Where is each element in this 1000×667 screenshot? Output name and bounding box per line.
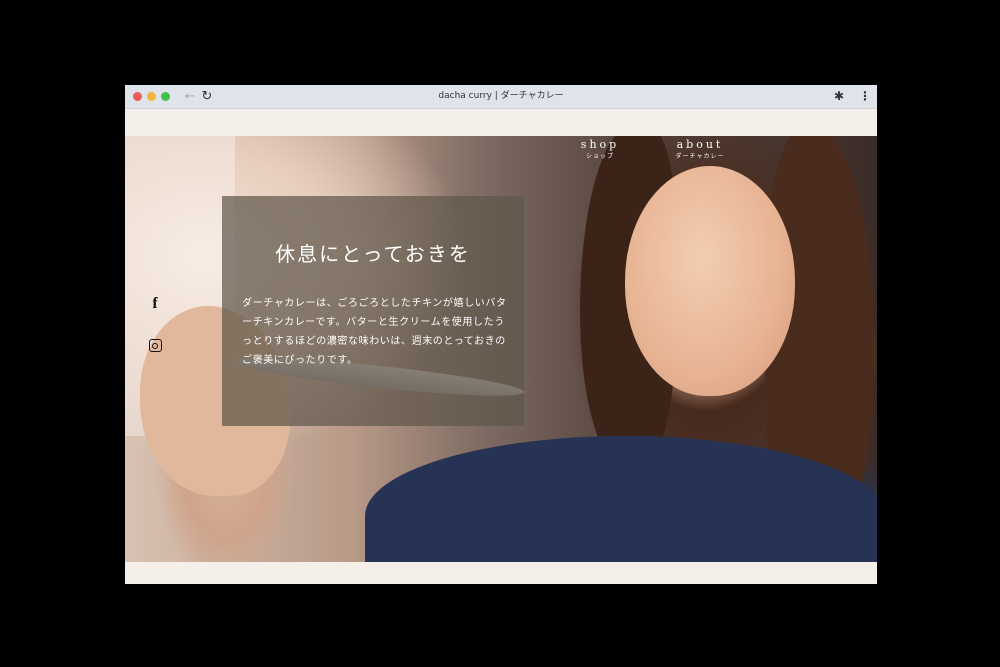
hero-photo-face bbox=[625, 166, 795, 396]
nav-shop-sublabel: ショップ bbox=[585, 153, 614, 160]
nav-about-link[interactable]: about ダーチャカレー bbox=[665, 138, 735, 160]
nav-shop-link[interactable]: shop ショップ bbox=[580, 138, 620, 160]
hero-heading: 休息にとっておきを bbox=[275, 242, 471, 266]
hero-section: shop ショップ about ダーチャカレー 休息にとっておきを ダーチャカレ… bbox=[125, 136, 877, 562]
nav-shop-label: shop bbox=[580, 138, 620, 151]
more-vertical-icon[interactable]: ⋮ bbox=[859, 89, 871, 103]
instagram-icon bbox=[148, 339, 162, 352]
tab-title: dacha curry | ダーチャカレー bbox=[438, 91, 564, 101]
hero-body: ダーチャカレーは、ごろごろとしたチキンが嬉しいバターチキンカレーです。バターと生… bbox=[242, 298, 507, 366]
instagram-link[interactable] bbox=[147, 338, 163, 354]
browser-titlebar: ← ↻ dacha curry | ダーチャカレー ✱ ⋮ bbox=[125, 85, 877, 109]
facebook-link[interactable]: f bbox=[147, 296, 163, 312]
puzzle-icon[interactable]: ✱ bbox=[832, 89, 846, 103]
hero-text-panel: 休息にとっておきを ダーチャカレーは、ごろごろとしたチキンが嬉しいバターチキンカ… bbox=[222, 196, 524, 426]
browser-window: ← ↻ dacha curry | ダーチャカレー ✱ ⋮ shop ショップ … bbox=[125, 85, 877, 584]
nav-about-label: about bbox=[676, 138, 724, 151]
facebook-icon: f bbox=[152, 295, 158, 312]
nav-about-sublabel: ダーチャカレー bbox=[675, 153, 725, 160]
